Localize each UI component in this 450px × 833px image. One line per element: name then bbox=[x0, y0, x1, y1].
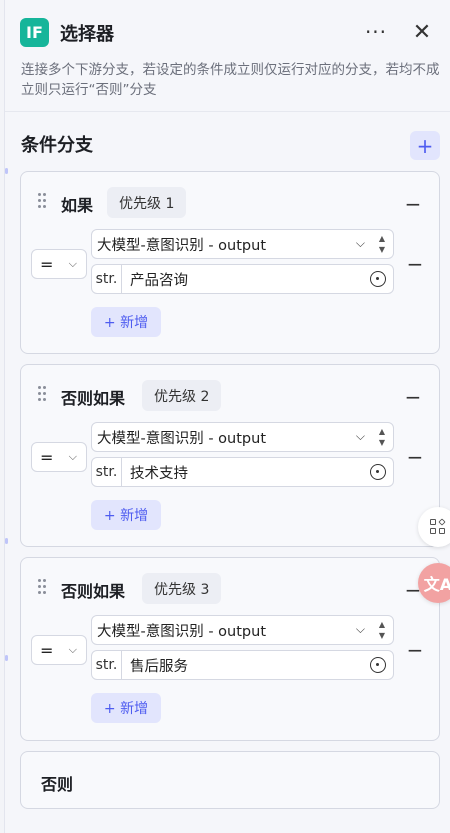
condition-value: 产品咨询 bbox=[130, 272, 188, 289]
add-condition-button[interactable]: + 新增 bbox=[91, 693, 161, 723]
type-tag: str. bbox=[92, 265, 122, 293]
operator-select[interactable]: = ⌵ bbox=[31, 249, 87, 279]
branch-card-1: 如果 优先级 1 − = ⌵ 大模型-意图识别 - output ⌵ ▲ ▼ st… bbox=[20, 171, 440, 354]
operator-select[interactable]: = ⌵ bbox=[31, 635, 87, 665]
condition-value: 售后服务 bbox=[130, 658, 188, 675]
spinner-icon[interactable]: ▲ ▼ bbox=[375, 233, 389, 255]
reference-icon[interactable] bbox=[370, 271, 386, 287]
priority-badge: 优先级 2 bbox=[142, 380, 222, 411]
chevron-down-icon: ⌵ bbox=[68, 450, 77, 463]
selector-node-panel: IF 选择器 ··· ✕ 连接多个下游分支，若设定的条件成立则仅运行对应的分支，… bbox=[4, 0, 450, 833]
branch-label: 如果 bbox=[61, 196, 94, 215]
panel-title[interactable]: 选择器 bbox=[60, 20, 114, 46]
spinner-icon[interactable]: ▲ ▼ bbox=[375, 619, 389, 641]
operator-value: = bbox=[40, 640, 54, 660]
add-condition-button[interactable]: + 新增 bbox=[91, 500, 161, 530]
operator-select[interactable]: = ⌵ bbox=[31, 442, 87, 472]
reference-icon[interactable] bbox=[370, 657, 386, 673]
drag-handle-icon[interactable] bbox=[38, 386, 48, 402]
translate-button[interactable]: 文A bbox=[418, 563, 450, 603]
condition-value-input[interactable]: str. 产品咨询 bbox=[91, 264, 394, 294]
close-button[interactable]: ✕ bbox=[407, 18, 437, 46]
priority-badge: 优先级 1 bbox=[107, 187, 187, 218]
variable-select[interactable]: 大模型-意图识别 - output ⌵ ▲ ▼ bbox=[91, 229, 394, 259]
drag-handle-icon[interactable] bbox=[38, 193, 48, 209]
canvas-edge-mark bbox=[5, 538, 8, 544]
more-options-button[interactable]: ··· bbox=[361, 18, 391, 46]
type-tag: str. bbox=[92, 651, 122, 679]
chevron-down-icon: ⌵ bbox=[355, 236, 365, 250]
chevron-down-icon: ⌵ bbox=[68, 257, 77, 270]
variable-value: 大模型-意图识别 - output bbox=[97, 237, 267, 254]
apps-icon bbox=[430, 518, 446, 535]
panel-header: IF 选择器 ··· ✕ 连接多个下游分支，若设定的条件成立则仅运行对应的分支，… bbox=[5, 0, 450, 112]
condition-value-input[interactable]: str. 售后服务 bbox=[91, 650, 394, 680]
condition-value-input[interactable]: str. 技术支持 bbox=[91, 457, 394, 487]
branch-card-3: 否则如果 优先级 3 − = ⌵ 大模型-意图识别 - output ⌵ ▲ ▼ … bbox=[20, 557, 440, 741]
variable-value: 大模型-意图识别 - output bbox=[97, 623, 267, 640]
remove-condition-button[interactable]: − bbox=[407, 250, 424, 278]
chevron-down-icon: ⌵ bbox=[68, 643, 77, 656]
chevron-down-icon: ⌵ bbox=[355, 622, 365, 636]
add-branch-button[interactable]: + bbox=[410, 131, 440, 160]
add-condition-button[interactable]: + 新增 bbox=[91, 307, 161, 337]
variable-value: 大模型-意图识别 - output bbox=[97, 430, 267, 447]
else-branch-card: 否则 bbox=[20, 751, 440, 809]
type-tag: str. bbox=[92, 458, 122, 486]
canvas-edge-mark bbox=[5, 655, 8, 661]
canvas-edge-mark bbox=[5, 168, 8, 174]
remove-branch-button[interactable]: − bbox=[405, 190, 422, 218]
else-label: 否则 bbox=[41, 775, 74, 794]
section-title: 条件分支 bbox=[21, 135, 93, 156]
remove-branch-button[interactable]: − bbox=[405, 383, 422, 411]
branch-card-2: 否则如果 优先级 2 − = ⌵ 大模型-意图识别 - output ⌵ ▲ ▼ … bbox=[20, 364, 440, 547]
if-node-icon: IF bbox=[20, 18, 49, 47]
grid-tool-button[interactable] bbox=[418, 507, 450, 547]
remove-condition-button[interactable]: − bbox=[407, 443, 424, 471]
spinner-icon[interactable]: ▲ ▼ bbox=[375, 426, 389, 448]
drag-handle-icon[interactable] bbox=[38, 579, 48, 595]
node-description: 连接多个下游分支，若设定的条件成立则仅运行对应的分支，若均不成立则只运行“否则”… bbox=[21, 62, 440, 98]
condition-value: 技术支持 bbox=[130, 465, 188, 482]
variable-select[interactable]: 大模型-意图识别 - output ⌵ ▲ ▼ bbox=[91, 615, 394, 645]
reference-icon[interactable] bbox=[370, 464, 386, 480]
branch-label: 否则如果 bbox=[61, 582, 126, 601]
branch-label: 否则如果 bbox=[61, 389, 126, 408]
operator-value: = bbox=[40, 447, 54, 467]
priority-badge: 优先级 3 bbox=[142, 573, 222, 604]
operator-value: = bbox=[40, 254, 54, 274]
chevron-down-icon: ⌵ bbox=[355, 429, 365, 443]
remove-condition-button[interactable]: − bbox=[407, 636, 424, 664]
variable-select[interactable]: 大模型-意图识别 - output ⌵ ▲ ▼ bbox=[91, 422, 394, 452]
